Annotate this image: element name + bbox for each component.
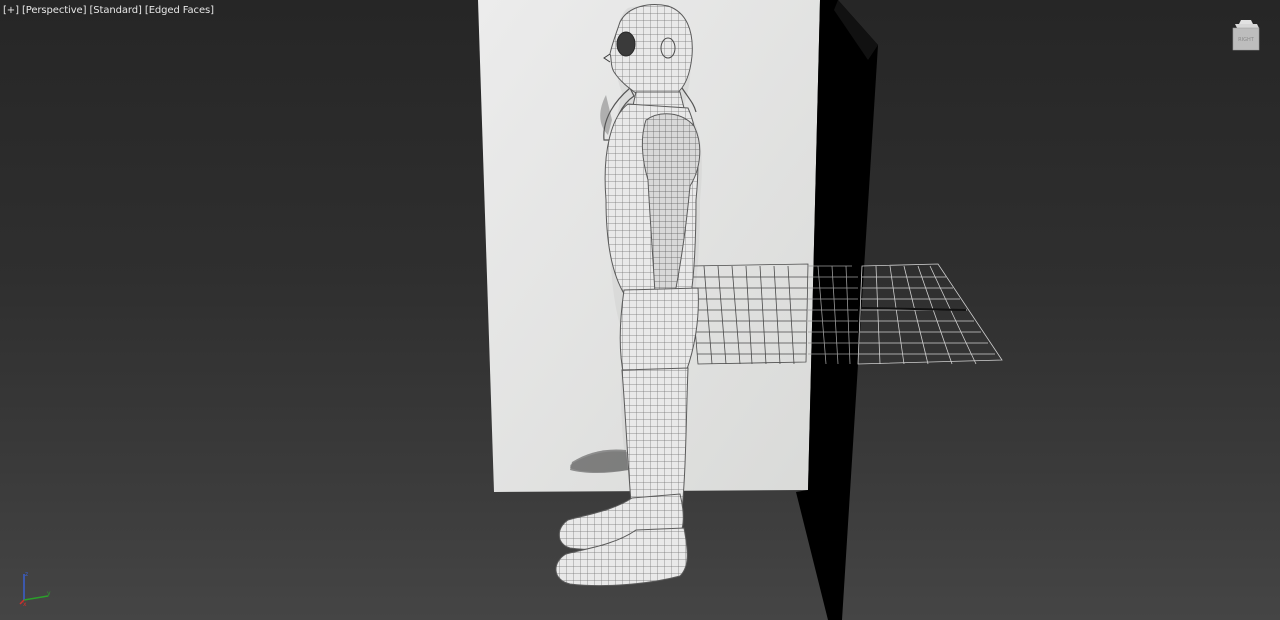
viewport-shading-menu[interactable]: [Standard] <box>90 5 142 16</box>
viewport-label-menu: [+] [Perspective] [Standard] [Edged Face… <box>3 5 214 16</box>
svg-text:y: y <box>47 590 51 597</box>
viewport-pov-menu[interactable]: [Perspective] <box>22 5 87 16</box>
viewcube-icon[interactable]: RIGHT <box>1231 18 1261 52</box>
axis-tripod-icon: z x y <box>14 568 54 608</box>
viewcube-face-label: RIGHT <box>1238 37 1255 43</box>
scene-canvas[interactable] <box>0 0 1280 620</box>
perspective-viewport[interactable]: [+] [Perspective] [Standard] [Edged Face… <box>0 0 1280 620</box>
svg-text:x: x <box>23 601 27 608</box>
viewport-general-menu[interactable]: [+] <box>3 5 19 16</box>
viewport-display-menu[interactable]: [Edged Faces] <box>145 5 214 16</box>
svg-text:z: z <box>25 571 28 578</box>
